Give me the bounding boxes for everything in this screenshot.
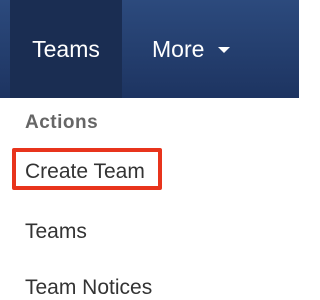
nav-more-label: More xyxy=(152,36,205,62)
menu-header-actions: Actions xyxy=(25,112,99,133)
nav-tab-teams-label: Teams xyxy=(32,36,100,62)
chevron-down-icon xyxy=(218,47,231,53)
menu-item-team-notices[interactable]: Team Notices xyxy=(25,276,152,300)
nav-more-dropdown[interactable]: More xyxy=(122,0,244,98)
menu-item-teams[interactable]: Teams xyxy=(25,220,87,244)
nav-tab-teams[interactable]: Teams xyxy=(10,0,122,98)
top-navbar: Teams More xyxy=(0,0,299,98)
menu-item-create-team[interactable]: Create Team xyxy=(25,160,145,184)
